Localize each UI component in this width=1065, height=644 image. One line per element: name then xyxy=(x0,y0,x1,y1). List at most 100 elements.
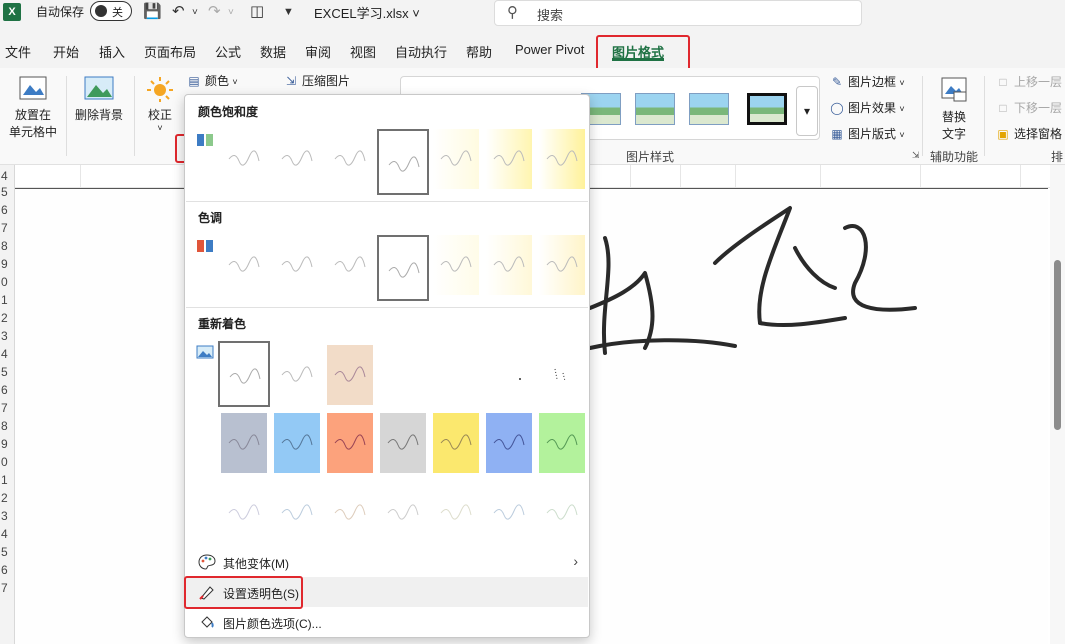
tab-automate[interactable]: 自动执行 xyxy=(395,42,447,61)
row-number[interactable]: 4 xyxy=(0,169,14,183)
row-number[interactable]: 9 xyxy=(0,257,14,271)
recolor-option[interactable] xyxy=(433,345,479,405)
picture-layout-button[interactable]: ▦ 图片版式 ˅ xyxy=(829,125,904,142)
row-number[interactable]: 2 xyxy=(0,311,14,325)
alt-text-button[interactable]: 替换 文字 xyxy=(932,76,976,142)
gallery-more-button[interactable]: ▾ xyxy=(796,86,818,136)
saturation-option[interactable] xyxy=(433,129,479,189)
row-number[interactable]: 5 xyxy=(0,545,14,559)
recolor-option-selected[interactable] xyxy=(218,341,270,407)
saturation-option[interactable] xyxy=(486,129,532,189)
recolor-light-option[interactable] xyxy=(539,483,585,543)
color-button[interactable]: ▤ 颜色 ˅ xyxy=(186,72,237,89)
recolor-light-option[interactable] xyxy=(274,483,320,543)
row-number[interactable]: 4 xyxy=(0,527,14,541)
tab-file[interactable]: 文件 xyxy=(5,42,31,61)
picture-color-options-item[interactable]: 图片颜色选项(C)... xyxy=(186,607,588,637)
recolor-dark-option[interactable] xyxy=(539,413,585,473)
row-number[interactable]: 7 xyxy=(0,401,14,415)
recolor-dark-option[interactable] xyxy=(380,413,426,473)
recolor-option[interactable] xyxy=(539,345,585,405)
recolor-dark-option[interactable] xyxy=(433,413,479,473)
redo-icon[interactable]: ↷ xyxy=(208,2,221,20)
tab-home[interactable]: 开始 xyxy=(53,42,79,61)
recolor-light-option[interactable] xyxy=(380,483,426,543)
recolor-light-option[interactable] xyxy=(221,483,267,543)
tone-option[interactable] xyxy=(274,235,320,295)
redo-dropdown-icon[interactable]: ˅ xyxy=(228,7,234,18)
row-number[interactable]: 0 xyxy=(0,455,14,469)
row-number[interactable]: 1 xyxy=(0,293,14,307)
tone-option-selected[interactable] xyxy=(377,235,429,301)
recolor-light-option[interactable] xyxy=(433,483,479,543)
row-number[interactable]: 8 xyxy=(0,239,14,253)
dialog-launcher-icon[interactable]: ⇲ xyxy=(912,150,920,161)
tab-page-layout[interactable]: 页面布局 xyxy=(144,42,196,61)
recolor-option[interactable] xyxy=(274,345,320,405)
row-number[interactable]: 6 xyxy=(0,563,14,577)
tab-help[interactable]: 帮助 xyxy=(466,42,492,61)
row-number[interactable]: 0 xyxy=(0,275,14,289)
tab-power-pivot[interactable]: Power Pivot xyxy=(515,42,584,57)
search-box[interactable]: ⚲ 搜索 xyxy=(494,0,862,26)
save-icon[interactable]: 💾 xyxy=(143,2,162,20)
saturation-option[interactable] xyxy=(221,129,267,189)
tone-option[interactable] xyxy=(433,235,479,295)
saturation-option-selected[interactable] xyxy=(377,129,429,195)
tab-insert[interactable]: 插入 xyxy=(99,42,125,61)
recolor-dark-option[interactable] xyxy=(327,413,373,473)
row-number[interactable]: 1 xyxy=(0,473,14,487)
tone-option[interactable] xyxy=(486,235,532,295)
file-name[interactable]: EXCEL学习.xlsx ˅ xyxy=(314,3,420,22)
selection-pane-button[interactable]: ▣ 选择窗格 xyxy=(995,125,1062,142)
autosave-toggle[interactable]: 关 xyxy=(90,1,132,21)
recolor-dark-option[interactable] xyxy=(486,413,532,473)
send-backward-button[interactable]: □ 下移一层 xyxy=(995,99,1062,116)
style-thumb-selected[interactable] xyxy=(747,93,787,125)
recolor-light-option[interactable] xyxy=(327,483,373,543)
row-number[interactable]: 3 xyxy=(0,509,14,523)
bring-forward-button[interactable]: □ 上移一层 xyxy=(995,73,1062,90)
row-number[interactable]: 9 xyxy=(0,437,14,451)
row-number[interactable]: 3 xyxy=(0,329,14,343)
row-number[interactable]: 5 xyxy=(0,365,14,379)
row-number[interactable]: 5 xyxy=(0,185,14,199)
saturation-option[interactable] xyxy=(539,129,585,189)
recolor-option[interactable] xyxy=(327,345,373,405)
compress-pictures-button[interactable]: ⇲ 压缩图片 xyxy=(283,72,350,89)
style-thumb[interactable] xyxy=(689,93,729,125)
tab-data[interactable]: 数据 xyxy=(260,42,286,61)
style-thumb[interactable] xyxy=(635,93,675,125)
tone-option[interactable] xyxy=(539,235,585,295)
customize-toolbar-icon[interactable]: ▼ xyxy=(283,6,294,18)
corrections-button[interactable]: 校正 ˅ xyxy=(142,76,178,133)
row-number[interactable]: 6 xyxy=(0,383,14,397)
row-number[interactable]: 7 xyxy=(0,581,14,595)
row-number[interactable]: 8 xyxy=(0,419,14,433)
layout-icon[interactable]: ◫ xyxy=(250,2,264,20)
recolor-light-option[interactable] xyxy=(486,483,532,543)
picture-border-button[interactable]: ✎ 图片边框 ˅ xyxy=(829,73,905,90)
undo-icon[interactable]: ↶ xyxy=(172,2,185,20)
place-in-cell-button[interactable]: 放置在 单元格中 xyxy=(6,76,60,140)
picture-effects-button[interactable]: ◯ 图片效果 ˅ xyxy=(829,99,904,116)
row-number[interactable]: 7 xyxy=(0,221,14,235)
tab-view[interactable]: 视图 xyxy=(350,42,376,61)
tone-option[interactable] xyxy=(327,235,373,295)
scrollbar-thumb[interactable] xyxy=(1054,260,1061,430)
saturation-option[interactable] xyxy=(327,129,373,189)
row-number[interactable]: 6 xyxy=(0,203,14,217)
recolor-dark-option[interactable] xyxy=(221,413,267,473)
tab-formulas[interactable]: 公式 xyxy=(215,42,241,61)
remove-background-button[interactable]: 删除背景 xyxy=(72,76,126,123)
recolor-option[interactable] xyxy=(380,345,426,405)
recolor-dark-option[interactable] xyxy=(274,413,320,473)
more-variations-item[interactable]: 其他变体(M) › xyxy=(186,547,588,577)
undo-dropdown-icon[interactable]: ˅ xyxy=(192,7,198,18)
vertical-scrollbar[interactable] xyxy=(1050,165,1065,644)
tab-review[interactable]: 审阅 xyxy=(305,42,331,61)
saturation-option[interactable] xyxy=(274,129,320,189)
row-number[interactable]: 2 xyxy=(0,491,14,505)
tone-option[interactable] xyxy=(221,235,267,295)
recolor-option[interactable] xyxy=(486,345,532,405)
